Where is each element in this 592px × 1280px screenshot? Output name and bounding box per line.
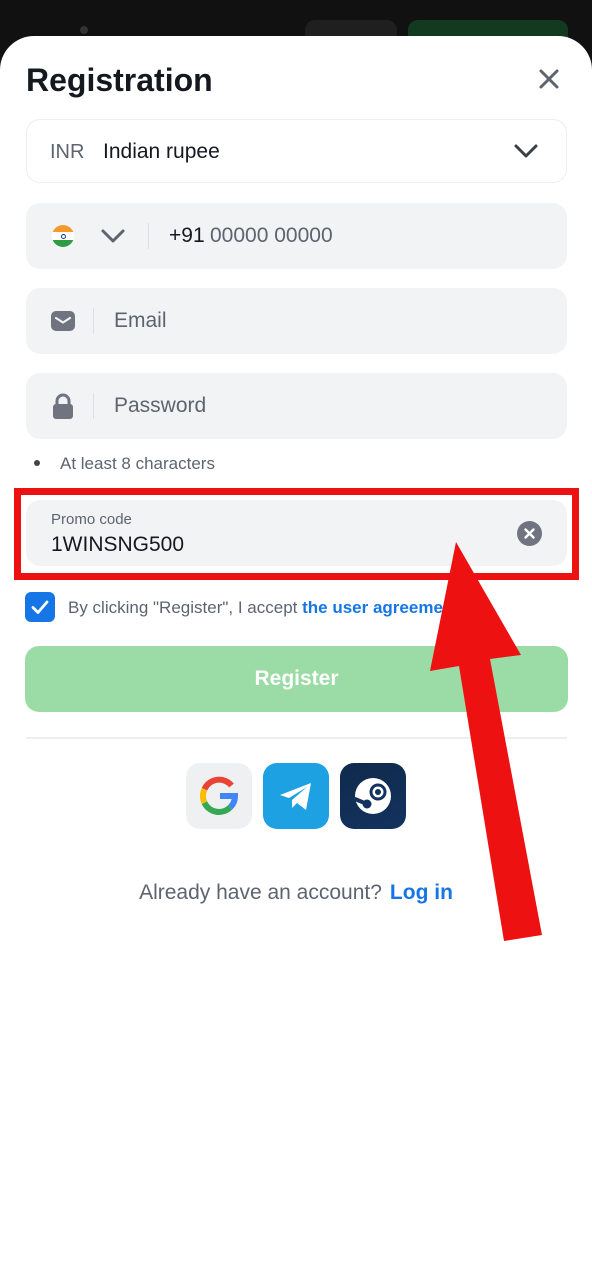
agreement-checkbox[interactable]: [25, 592, 55, 622]
currency-name: Indian rupee: [103, 140, 220, 163]
currency-select[interactable]: INR Indian rupee: [26, 119, 567, 183]
password-hint-text: At least 8 characters: [60, 454, 215, 473]
envelope-icon: [50, 308, 76, 339]
divider: [26, 737, 567, 739]
register-button[interactable]: Register: [25, 646, 568, 712]
google-icon: [200, 776, 239, 815]
separator: [148, 223, 149, 249]
status-dot: [80, 26, 88, 34]
chevron-down-icon[interactable]: [100, 225, 126, 252]
email-field[interactable]: Email: [26, 288, 567, 354]
login-link[interactable]: Log in: [390, 881, 453, 904]
password-requirement: At least 8 characters: [34, 454, 215, 474]
promo-code-label: Promo code: [51, 511, 132, 528]
close-icon[interactable]: [534, 64, 564, 94]
password-input[interactable]: Password: [114, 394, 206, 418]
dialog-title: Registration: [26, 62, 213, 98]
phone-prefix: +91: [169, 224, 205, 247]
phone-field[interactable]: +91 00000 00000: [26, 203, 567, 269]
login-prompt-text: Already have an account?: [139, 881, 382, 904]
promo-code-field[interactable]: Promo code 1WINSNG500: [26, 500, 567, 566]
registration-sheet: Registration INR Indian rupee +91 00000 …: [0, 36, 592, 1280]
clear-icon[interactable]: [517, 521, 542, 546]
phone-input[interactable]: 00000 00000: [210, 224, 333, 248]
lock-icon: [50, 393, 76, 426]
india-flag-icon[interactable]: [52, 225, 74, 247]
user-agreement-link[interactable]: the user agreement: [302, 598, 459, 617]
login-prompt: Already have an account? Log in: [0, 881, 592, 905]
chevron-down-icon: [513, 140, 539, 167]
promo-code-input[interactable]: 1WINSNG500: [51, 533, 184, 557]
telegram-login-button[interactable]: [263, 763, 329, 829]
currency-code: INR: [50, 141, 85, 163]
email-input[interactable]: Email: [114, 309, 167, 333]
google-login-button[interactable]: [186, 763, 252, 829]
telegram-icon: [280, 783, 311, 810]
steam-login-button[interactable]: [340, 763, 406, 829]
agreement-text: By clicking "Register", I accept the use…: [68, 598, 459, 618]
password-field[interactable]: Password: [26, 373, 567, 439]
separator: [93, 308, 94, 334]
agreement-prefix: By clicking "Register", I accept: [68, 598, 303, 617]
separator: [93, 393, 94, 419]
steam-icon: [353, 778, 391, 814]
bullet-icon: [34, 459, 40, 466]
